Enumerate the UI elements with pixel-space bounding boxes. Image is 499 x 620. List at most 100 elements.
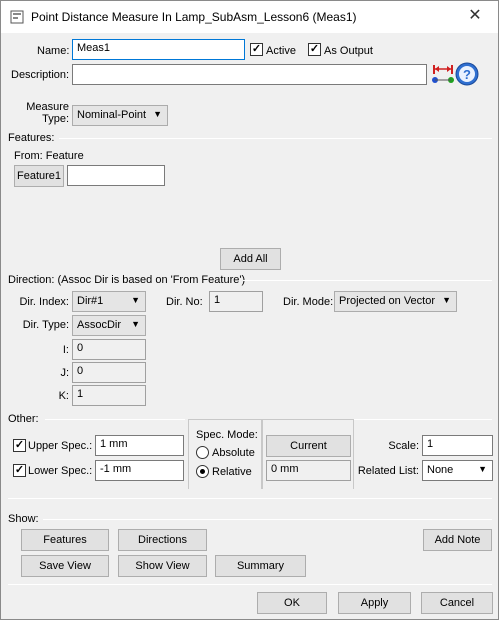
window-title: Point Distance Measure In Lamp_SubAsm_Le… — [31, 10, 357, 24]
cancel-button[interactable]: Cancel — [421, 592, 493, 614]
apply-button[interactable]: Apply — [338, 592, 411, 614]
other-section-label: Other: — [8, 413, 39, 425]
description-input[interactable] — [72, 64, 427, 85]
cancel-button-label: Cancel — [439, 597, 475, 609]
dir-index-select[interactable]: Dir#1 ▼ — [72, 291, 146, 312]
related-list-value: None — [427, 464, 454, 476]
show-view-label: Show View — [135, 560, 190, 572]
help-glyph: ? — [463, 67, 471, 82]
dir-type-label: Dir. Type: — [22, 319, 69, 331]
current-value: 0 mm — [271, 463, 299, 475]
add-all-button-label: Add All — [233, 253, 268, 265]
relative-radio[interactable] — [196, 465, 209, 478]
dir-mode-label: Dir. Mode: — [283, 296, 334, 308]
dir-no-input[interactable]: 1 — [209, 291, 263, 312]
name-label: Name: — [37, 45, 70, 57]
i-label: I: — [62, 344, 69, 356]
name-input[interactable]: Meas1 — [72, 39, 245, 60]
add-note-button[interactable]: Add Note — [423, 529, 492, 551]
i-value: 0 — [77, 342, 84, 354]
chevron-down-icon: ▼ — [131, 295, 140, 305]
related-list-select[interactable]: None ▼ — [422, 460, 493, 481]
measure-type-value: Nominal-Point — [77, 109, 147, 121]
add-all-button[interactable]: Add All — [220, 248, 281, 270]
title-bar[interactable]: Point Distance Measure In Lamp_SubAsm_Le… — [1, 1, 498, 33]
k-input[interactable]: 1 — [72, 385, 146, 406]
description-label: Description: — [11, 69, 70, 81]
direction-section-label: Direction: (Assoc Dir is based on 'From … — [8, 274, 246, 286]
feature1-input[interactable] — [67, 165, 165, 186]
features-section-label: Features: — [8, 132, 55, 144]
dir-type-value: AssocDir — [77, 319, 122, 331]
scale-input[interactable]: 1 — [422, 435, 493, 456]
k-label: K: — [58, 390, 69, 402]
relative-label: Relative — [212, 466, 252, 478]
scale-value: 1 — [427, 438, 434, 450]
show-directions-label: Directions — [138, 534, 187, 546]
j-input[interactable]: 0 — [72, 362, 146, 383]
dir-no-value: 1 — [214, 294, 221, 306]
related-list-label: Related List: — [357, 465, 419, 477]
features-divider — [59, 138, 492, 139]
lower-spec-value: -1 mm — [100, 463, 132, 475]
upper-spec-value: 1 mm — [100, 438, 128, 450]
other-divider-right — [354, 419, 492, 420]
scale-label: Scale: — [388, 440, 419, 452]
chevron-down-icon: ▼ — [131, 319, 140, 329]
show-features-button[interactable]: Features — [21, 529, 109, 551]
dir-type-select[interactable]: AssocDir ▼ — [72, 315, 146, 336]
lower-spec-checkbox[interactable]: ✓ — [13, 464, 26, 477]
lower-spec-input[interactable]: -1 mm — [95, 460, 184, 481]
ok-button-label: OK — [284, 597, 300, 609]
show-view-button[interactable]: Show View — [118, 555, 207, 577]
chevron-down-icon: ▼ — [442, 295, 451, 305]
summary-button[interactable]: Summary — [215, 555, 306, 577]
help-icon[interactable]: ? — [455, 62, 479, 86]
active-checkbox[interactable]: ✓ — [250, 43, 263, 56]
measure-type-label-1: Measure — [26, 101, 69, 113]
chevron-down-icon: ▼ — [153, 109, 162, 119]
measure-icon[interactable] — [431, 62, 455, 86]
upper-spec-checkbox[interactable]: ✓ — [13, 439, 26, 452]
i-input[interactable]: 0 — [72, 339, 146, 360]
dir-index-value: Dir#1 — [77, 295, 104, 307]
close-button[interactable]: ✕ — [452, 1, 498, 33]
show-features-label: Features — [43, 534, 87, 546]
save-view-button[interactable]: Save View — [21, 555, 109, 577]
upper-spec-label: Upper Spec.: — [28, 440, 93, 452]
save-view-label: Save View — [39, 560, 91, 572]
close-icon: ✕ — [468, 7, 482, 24]
j-label: J: — [60, 367, 69, 379]
lower-spec-label: Lower Spec.: — [28, 465, 93, 477]
upper-spec-input[interactable]: 1 mm — [95, 435, 184, 456]
summary-label: Summary — [236, 560, 285, 572]
other-bottom-divider — [8, 498, 492, 499]
current-button-label: Current — [290, 440, 327, 452]
direction-divider — [243, 280, 492, 281]
as-output-label: As Output — [324, 45, 373, 57]
other-divider — [45, 419, 185, 420]
ok-button[interactable]: OK — [257, 592, 327, 614]
measure-type-select[interactable]: Nominal-Point ▼ — [72, 105, 168, 126]
chevron-down-icon: ▼ — [478, 464, 487, 474]
k-value: 1 — [77, 388, 84, 400]
feature1-button-label: Feature1 — [16, 170, 62, 182]
from-feature-label: From: Feature — [14, 150, 84, 162]
dir-mode-value: Projected on Vector — [339, 295, 436, 307]
dialog-window: Point Distance Measure In Lamp_SubAsm_Le… — [0, 0, 499, 620]
dir-index-label: Dir. Index: — [19, 296, 69, 308]
as-output-checkbox[interactable]: ✓ — [308, 43, 321, 56]
show-directions-button[interactable]: Directions — [118, 529, 207, 551]
absolute-radio[interactable] — [196, 446, 209, 459]
current-button[interactable]: Current — [266, 435, 351, 457]
app-icon — [10, 10, 24, 24]
show-divider — [43, 519, 492, 520]
absolute-label: Absolute — [212, 447, 255, 459]
add-note-label: Add Note — [434, 534, 481, 546]
footer-divider — [8, 584, 492, 585]
show-section-label: Show: — [8, 513, 39, 525]
current-value-field: 0 mm — [266, 460, 351, 481]
dir-mode-select[interactable]: Projected on Vector ▼ — [334, 291, 457, 312]
feature1-button[interactable]: Feature1 — [14, 165, 64, 187]
apply-button-label: Apply — [360, 597, 389, 609]
